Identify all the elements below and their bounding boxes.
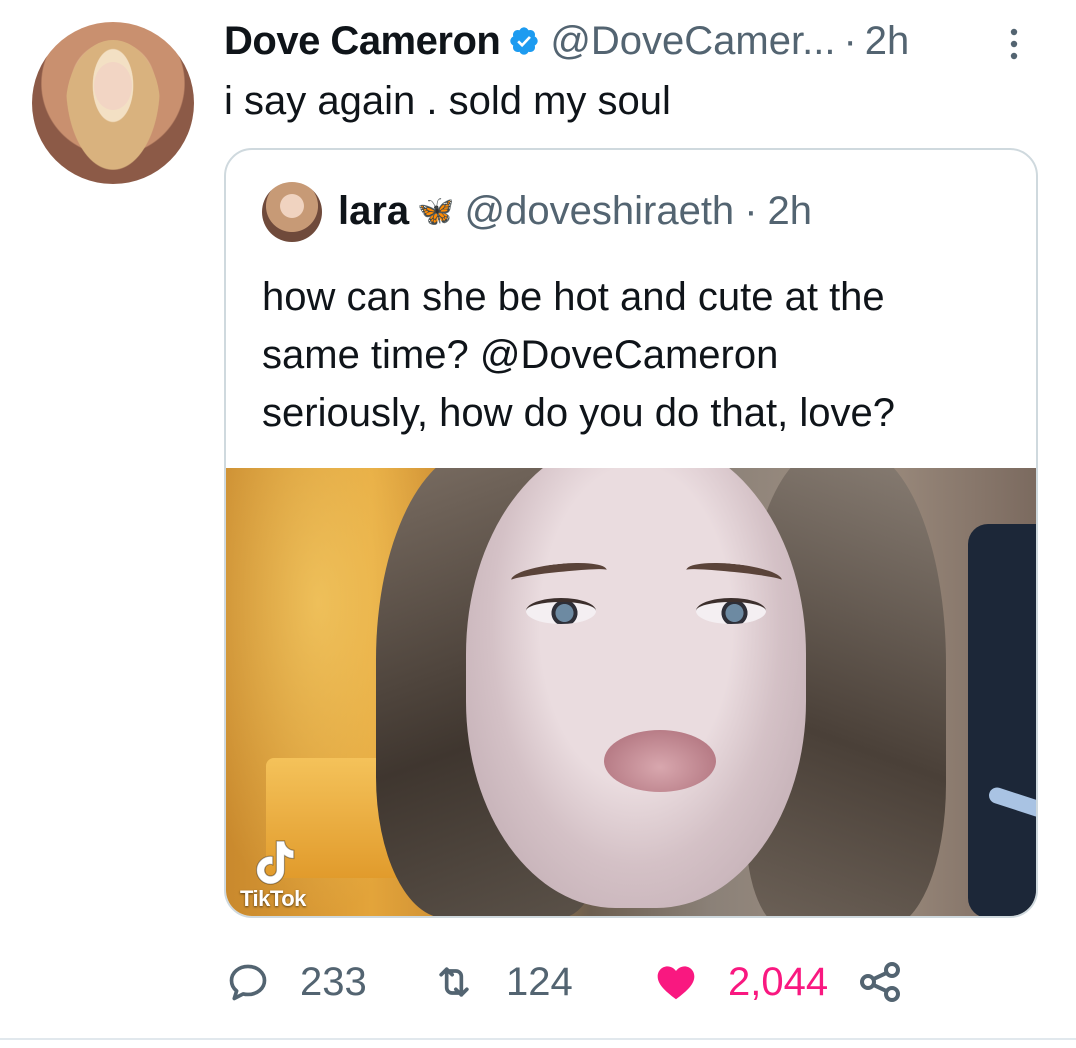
retweet-button[interactable]: 124 — [432, 952, 573, 1012]
retweet-count: 124 — [506, 959, 573, 1004]
share-icon[interactable] — [856, 958, 904, 1006]
quoted-author-emoji: 🦋 — [417, 194, 455, 228]
quoted-text-line: seriously, how do you do that, love? — [262, 391, 895, 435]
tweet-divider — [0, 1038, 1076, 1040]
quoted-author-handle[interactable]: @doveshiraeth — [465, 189, 735, 234]
quoted-tweet-header: lara 🦋 @doveshiraeth · 2h — [338, 186, 812, 236]
reply-count: 233 — [300, 959, 367, 1004]
quoted-text-line: same time? @DoveCameron — [262, 333, 779, 377]
heart-icon — [657, 966, 695, 1000]
tweet-text: i say again . sold my soul — [224, 79, 671, 123]
quoted-header-separator: · — [744, 188, 758, 233]
media-eye-left — [526, 598, 596, 624]
reply-icon — [229, 964, 267, 1001]
media-lips — [604, 730, 716, 792]
verified-badge-icon — [510, 27, 538, 55]
quoted-tweet-text: how can she be hot and cute at the same … — [262, 268, 1022, 442]
tweet-header: Dove Cameron @DoveCamer... · 2h — [224, 16, 909, 66]
retweet-icon — [439, 967, 469, 997]
avatar-face — [94, 62, 132, 110]
reply-button[interactable]: 233 — [226, 952, 367, 1012]
author-handle[interactable]: @DoveCamer... — [550, 19, 835, 64]
media-eye-right — [696, 598, 766, 624]
tiktok-logo-icon — [255, 840, 295, 885]
tweet-time[interactable]: 2h — [865, 19, 910, 64]
quoted-tweet-media[interactable]: TikTok — [226, 468, 1036, 916]
author-name[interactable]: Dove Cameron — [224, 19, 501, 64]
author-avatar[interactable] — [32, 22, 194, 184]
tiktok-watermark: TikTok — [240, 886, 306, 911]
header-separator: · — [843, 18, 857, 63]
like-count: 2,044 — [728, 959, 829, 1004]
quoted-author-name[interactable]: lara — [338, 189, 409, 234]
quoted-tweet-card[interactable]: lara 🦋 @doveshiraeth · 2h how can she be… — [224, 148, 1038, 918]
media-face — [466, 468, 806, 908]
quoted-tweet-time[interactable]: 2h — [768, 189, 813, 234]
quoted-text-line: how can she be hot and cute at the — [262, 275, 885, 319]
like-button[interactable]: 2,044 — [654, 952, 828, 1012]
more-options-icon[interactable] — [1003, 26, 1025, 62]
tweet-actions-bar: 233 124 2,044 — [226, 952, 946, 1012]
media-phone — [968, 524, 1036, 916]
quoted-author-avatar[interactable] — [262, 182, 322, 242]
